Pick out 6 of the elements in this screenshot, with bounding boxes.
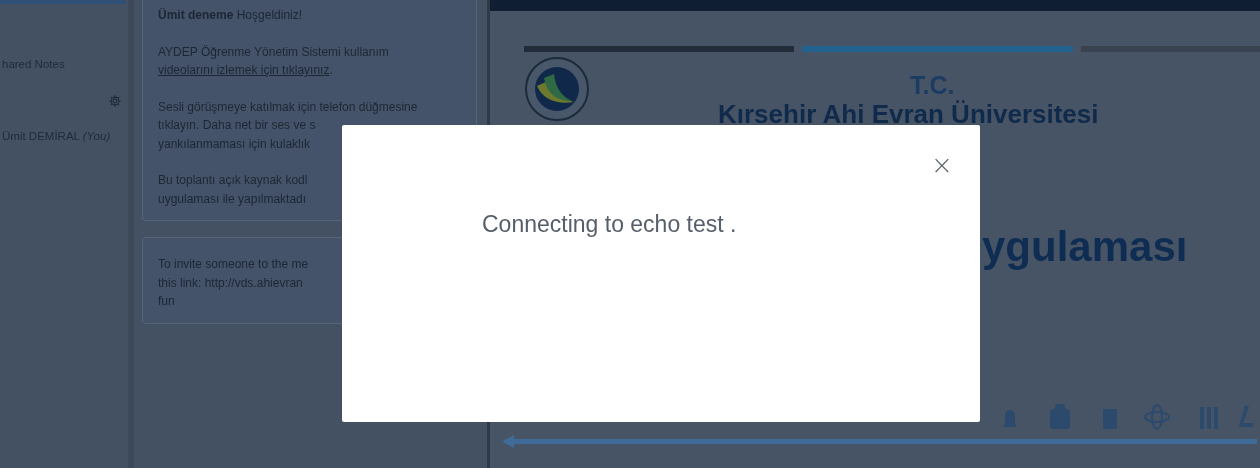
- settings-icon[interactable]: [108, 94, 122, 108]
- slide-subtitle: Kırsehir Ahi Evran Üniversitesi: [718, 99, 1099, 130]
- university-seal-icon: [524, 56, 590, 122]
- connecting-message: Connecting to echo test .: [482, 211, 737, 238]
- close-button[interactable]: ×: [927, 152, 957, 178]
- slide-title: ygulaması: [982, 223, 1188, 271]
